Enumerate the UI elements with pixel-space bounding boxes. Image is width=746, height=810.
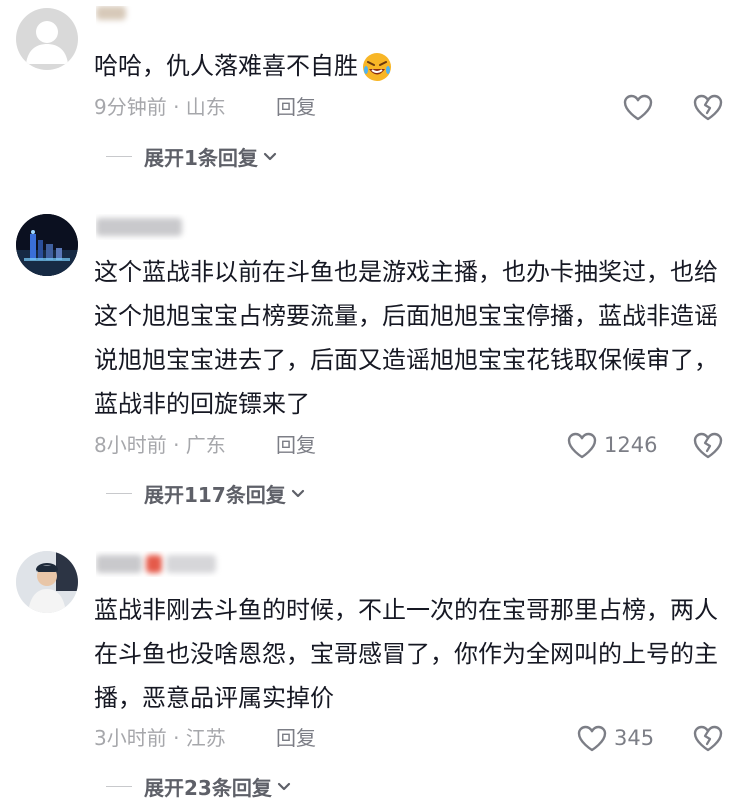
comment-text: 这个蓝战非以前在斗鱼也是游戏主播，也办卡抽奖过，也给这个旭旭宝宝占榜要流量，后面… [94, 258, 718, 418]
expand-replies-button[interactable]: 展开117条回复 [106, 478, 306, 508]
avatar[interactable] [16, 8, 78, 70]
comment-meta: 3小时前 · 江苏 [94, 726, 226, 750]
like-button[interactable]: 345 [576, 723, 654, 753]
broken-heart-icon [693, 725, 723, 752]
username-blurred[interactable] [96, 214, 246, 240]
expand-replies-button[interactable]: 展开23条回复 [106, 771, 292, 801]
comment-text-content: 哈哈，仇人落难喜不自胜 [94, 52, 358, 80]
comment-meta: 9分钟前 · 山东 [94, 95, 226, 119]
heart-outline-icon [567, 432, 597, 459]
expand-replies-label: 展开23条回复 [144, 775, 272, 800]
comment-text: 哈哈，仇人落难喜不自胜 [94, 44, 729, 88]
divider [106, 155, 132, 157]
username-blurred[interactable] [96, 6, 246, 32]
dislike-button[interactable] [692, 723, 724, 753]
like-button[interactable]: 1246 [566, 430, 657, 460]
avatar[interactable] [16, 214, 78, 276]
laughing-crying-emoji-icon [363, 53, 391, 81]
reply-button[interactable]: 回复 [276, 430, 316, 460]
expand-replies-label: 展开1条回复 [144, 145, 258, 170]
divider [106, 492, 132, 494]
dislike-button[interactable] [692, 430, 724, 460]
expand-replies-label: 展开117条回复 [144, 482, 286, 507]
broken-heart-icon [693, 94, 723, 121]
avatar[interactable] [16, 551, 78, 613]
username-blurred[interactable] [96, 551, 246, 577]
like-count: 1246 [604, 433, 658, 457]
expand-replies-button[interactable]: 展开1条回复 [106, 141, 278, 171]
heart-outline-icon [577, 725, 607, 752]
heart-outline-icon [623, 94, 653, 121]
dislike-button[interactable] [692, 92, 724, 122]
chevron-down-icon [263, 152, 277, 161]
broken-heart-icon [693, 432, 723, 459]
divider [106, 785, 132, 787]
reply-button[interactable]: 回复 [276, 723, 316, 753]
like-count: 345 [614, 726, 655, 750]
comment-meta: 8小时前 · 广东 [94, 433, 226, 457]
like-button[interactable] [622, 92, 654, 122]
chevron-down-icon [277, 782, 290, 791]
reply-button[interactable]: 回复 [276, 92, 316, 122]
chevron-down-icon [291, 489, 304, 498]
comment-text: 蓝战非刚去斗鱼的时候，不止一次的在宝哥那里占榜，两人在斗鱼也没啥恩怨，宝哥感冒了… [94, 596, 718, 712]
